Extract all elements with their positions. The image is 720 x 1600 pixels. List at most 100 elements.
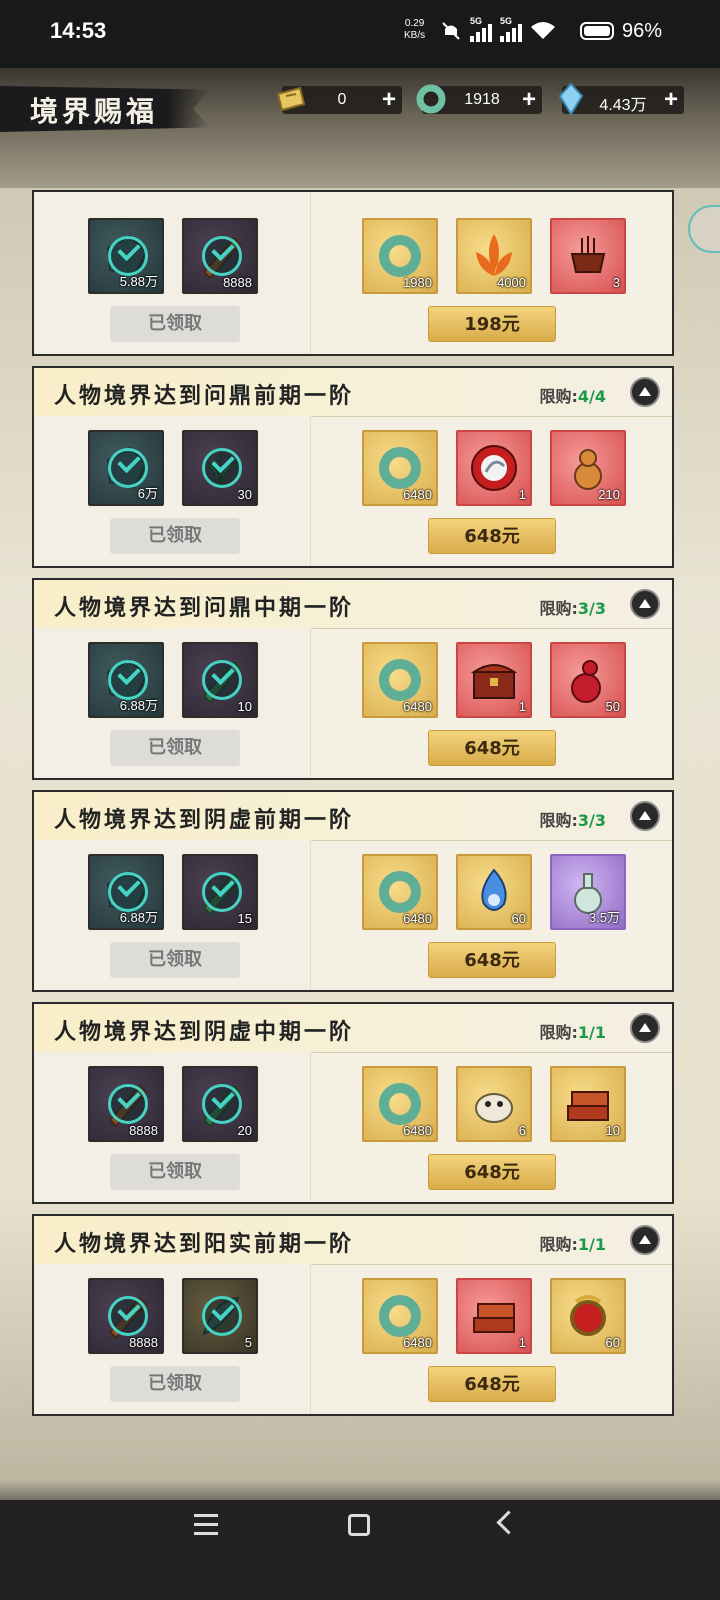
item-qty: 30 [237, 487, 252, 502]
free-item[interactable]: 6万 [88, 430, 164, 506]
side-drawer-handle[interactable] [688, 205, 720, 253]
check-icon [108, 236, 148, 276]
item-qty: 8888 [129, 1123, 158, 1138]
price-button[interactable]: 648元 [428, 730, 556, 766]
item-qty: 3.5万 [588, 910, 620, 925]
check-icon [108, 1084, 148, 1124]
free-item[interactable]: 15 [182, 854, 258, 930]
claimed-button[interactable]: 已领取 [110, 518, 240, 554]
paid-item[interactable]: 1980 [362, 218, 438, 294]
paid-item[interactable]: 3.5万 [550, 854, 626, 930]
claimed-button[interactable]: 已领取 [110, 1154, 240, 1190]
free-item[interactable]: 30 [182, 430, 258, 506]
paid-item[interactable]: 4000 [456, 218, 532, 294]
price-button[interactable]: 648元 [428, 1154, 556, 1190]
free-item[interactable]: 8888 [88, 1278, 164, 1354]
free-item[interactable]: 5 [182, 1278, 258, 1354]
paid-item[interactable]: 6480 [362, 430, 438, 506]
free-item[interactable]: 8888 [182, 218, 258, 294]
paid-item[interactable]: 1 [456, 430, 532, 506]
divider [310, 192, 311, 354]
reward-card: 5.88万 8888 已领取 1980 4000 3 198元 [32, 190, 674, 356]
paid-item[interactable]: 50 [550, 642, 626, 718]
home-icon[interactable] [348, 1514, 370, 1536]
limit-label: 限购: [539, 811, 578, 830]
collapse-button[interactable] [630, 377, 660, 407]
page-header: 境界赐福 0 + 1918 + 4.43万 + [0, 68, 720, 188]
check-icon [202, 1296, 242, 1336]
net-type-2: 5G [500, 16, 513, 26]
limit-value: 1/1 [577, 1023, 606, 1042]
jade-ring-icon [416, 84, 446, 114]
card-title: 人物境界达到问鼎前期一阶 [54, 383, 355, 409]
limit-label: 限购: [539, 387, 578, 406]
item-qty: 60 [511, 911, 526, 926]
limit-value: 3/3 [577, 599, 606, 618]
card-body: 6.88万 15 已领取 6480 60 3.5万 648元 [34, 840, 672, 990]
reward-card: 人物境界达到阳实前期一阶 限购:1/1 8888 5 已领取 6480 1 60… [32, 1214, 674, 1416]
check-icon [108, 660, 148, 700]
card-body: 6万 30 已领取 6480 1 210 648元 [34, 416, 672, 566]
card-body: 6.88万 10 已领取 6480 1 50 648元 [34, 628, 672, 778]
price-button[interactable]: 198元 [428, 306, 556, 342]
item-qty: 15 [237, 911, 252, 926]
price-button[interactable]: 648元 [428, 1366, 556, 1402]
item-qty: 6480 [403, 487, 432, 502]
status-time: 14:53 [50, 18, 107, 43]
free-item[interactable]: 20 [182, 1066, 258, 1142]
collapse-button[interactable] [630, 589, 660, 619]
signal-1-icon: 5G [470, 16, 492, 42]
collapse-button[interactable] [630, 1013, 660, 1043]
item-qty: 8888 [129, 1335, 158, 1350]
add-jade-button[interactable]: + [522, 86, 536, 114]
paid-item[interactable]: 10 [550, 1066, 626, 1142]
card-title: 人物境界达到阴虚前期一阶 [54, 807, 355, 833]
claimed-button[interactable]: 已领取 [110, 306, 240, 342]
item-qty: 3 [612, 275, 620, 290]
dragon-orb-icon [471, 445, 517, 491]
add-crystal-button[interactable]: + [664, 86, 678, 114]
free-item[interactable]: 10 [182, 642, 258, 718]
paid-item[interactable]: 6 [456, 1066, 532, 1142]
item-qty: 20 [237, 1123, 252, 1138]
paid-item[interactable]: 3 [550, 218, 626, 294]
free-item[interactable]: 6.88万 [88, 642, 164, 718]
mute-icon [442, 22, 460, 40]
paid-item[interactable]: 6480 [362, 1066, 438, 1142]
paid-item[interactable]: 60 [456, 854, 532, 930]
free-item[interactable]: 8888 [88, 1066, 164, 1142]
check-icon [202, 1084, 242, 1124]
ticket-value: 0 [337, 91, 347, 108]
status-icons: 5G 5G [440, 16, 556, 42]
claimed-button[interactable]: 已领取 [110, 1366, 240, 1402]
free-item[interactable]: 5.88万 [88, 218, 164, 294]
item-qty: 6480 [403, 1335, 432, 1350]
paid-item[interactable]: 60 [550, 1278, 626, 1354]
paid-item[interactable]: 210 [550, 430, 626, 506]
check-icon [108, 448, 148, 488]
price-button[interactable]: 648元 [428, 942, 556, 978]
recent-apps-icon[interactable] [194, 1514, 218, 1536]
card-body: 5.88万 8888 已领取 1980 4000 3 198元 [34, 192, 672, 354]
item-qty: 50 [605, 699, 620, 714]
card-header: 人物境界达到问鼎中期一阶 限购:3/3 [34, 580, 672, 629]
item-qty: 60 [605, 1335, 620, 1350]
collapse-button[interactable] [630, 1225, 660, 1255]
divider [310, 416, 311, 566]
paid-item[interactable]: 6480 [362, 1278, 438, 1354]
card-header: 人物境界达到阳实前期一阶 限购:1/1 [34, 1216, 672, 1265]
incense-burner-icon [570, 236, 606, 273]
collapse-button[interactable] [630, 801, 660, 831]
check-icon [202, 236, 242, 276]
claimed-button[interactable]: 已领取 [110, 730, 240, 766]
limit-label: 限购: [539, 1235, 578, 1254]
paid-item[interactable]: 1 [456, 642, 532, 718]
free-item[interactable]: 6.88万 [88, 854, 164, 930]
paid-item[interactable]: 1 [456, 1278, 532, 1354]
paid-item[interactable]: 6480 [362, 854, 438, 930]
price-button[interactable]: 648元 [428, 518, 556, 554]
claimed-button[interactable]: 已领取 [110, 942, 240, 978]
card-title: 人物境界达到阴虚中期一阶 [54, 1019, 355, 1045]
paid-item[interactable]: 6480 [362, 642, 438, 718]
add-ticket-button[interactable]: + [382, 86, 396, 114]
